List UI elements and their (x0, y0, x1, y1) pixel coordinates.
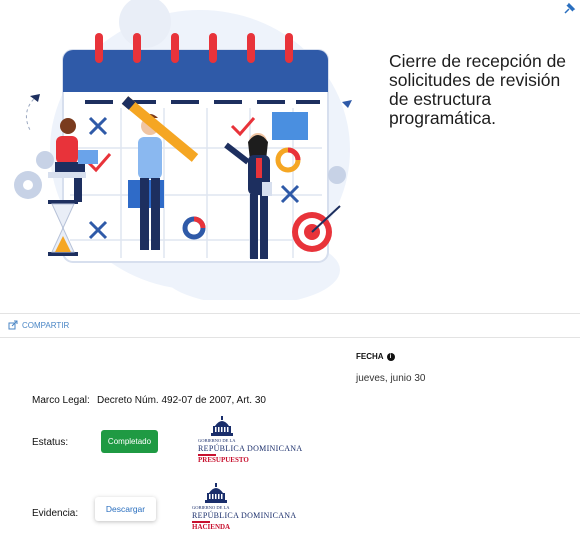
logo-gobierno-text: GOBIERNO DE LA (192, 505, 230, 510)
logo-republica-text: REPÚBLICA DOMINICANA (192, 511, 297, 520)
status-badge: Completado (101, 430, 158, 453)
download-button[interactable]: Descargar (95, 497, 156, 521)
share-link[interactable]: COMPARTIR (8, 320, 69, 330)
calendar-illustration (14, 0, 352, 300)
share-label: COMPARTIR (22, 320, 70, 330)
info-icon[interactable]: i (386, 352, 395, 361)
evidencia-label: Evidencia: (32, 508, 79, 519)
divider-bottom (0, 337, 580, 338)
pin-icon[interactable] (562, 2, 576, 16)
marco-legal-value: Decreto Núm. 492-07 de 2007, Art. 30 (97, 395, 266, 406)
logo-department-text: HACIENDA (192, 523, 231, 531)
fecha-heading: FECHA i (356, 352, 395, 361)
logo-gobierno-text: GOBIERNO DE LA (198, 438, 236, 443)
estatus-label: Estatus: (32, 437, 69, 448)
hacienda-logo: GOBIERNO DE LA REPÚBLICA DOMINICANA HACI… (189, 483, 309, 533)
government-crest-icon (211, 416, 233, 436)
fecha-label: FECHA (356, 352, 384, 361)
share-icon (8, 320, 18, 330)
government-crest-icon (205, 483, 227, 503)
fecha-value: jueves, junio 30 (356, 373, 426, 384)
divider-top (0, 313, 580, 314)
logo-republica-text: REPÚBLICA DOMINICANA (198, 444, 303, 453)
marco-legal-label: Marco Legal: (32, 395, 90, 406)
logo-department-text: PRESUPUESTO (198, 456, 249, 464)
presupuesto-logo: GOBIERNO DE LA REPÚBLICA DOMINICANA PRES… (195, 416, 315, 466)
page-title: Cierre de recepción de solicitudes de re… (389, 51, 567, 128)
